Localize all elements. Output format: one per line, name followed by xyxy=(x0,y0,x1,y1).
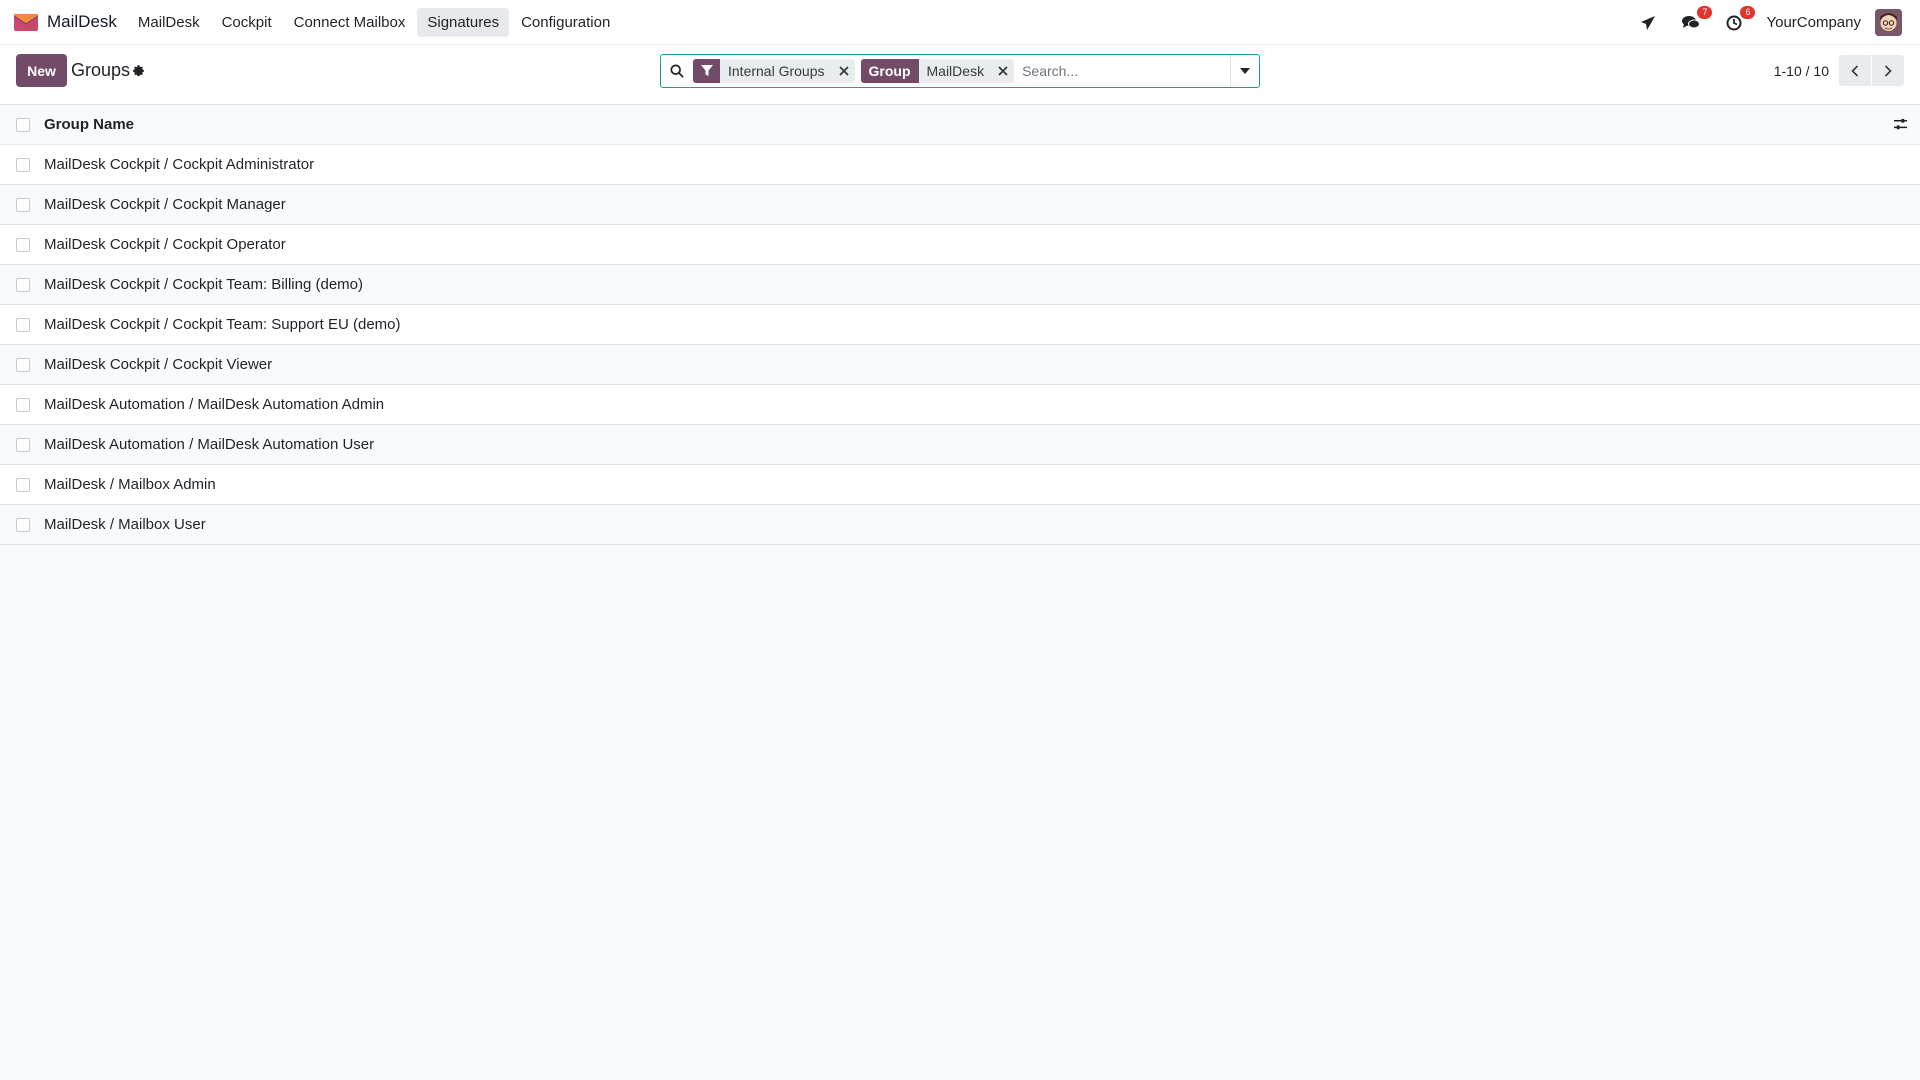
menu-item-maildesk[interactable]: MailDesk xyxy=(128,8,210,37)
pager-next-button[interactable] xyxy=(1872,55,1904,86)
table-row[interactable]: MailDesk / Mailbox User xyxy=(0,505,1920,545)
group-name-cell: MailDesk Cockpit / Cockpit Operator xyxy=(44,236,286,253)
facet-remove-button[interactable] xyxy=(992,59,1014,83)
paper-plane-icon xyxy=(1641,15,1656,30)
top-navbar: MailDesk MailDesk Cockpit Connect Mailbo… xyxy=(0,0,1920,45)
groups-list: Group Name MailDesk Cockpit / Cockpit Ad… xyxy=(0,105,1920,545)
table-row[interactable]: MailDesk Cockpit / Cockpit Team: Support… xyxy=(0,305,1920,345)
main-menu: MailDesk Cockpit Connect Mailbox Signatu… xyxy=(127,7,621,37)
close-icon xyxy=(998,66,1008,76)
avatar-image-icon xyxy=(1875,9,1902,36)
select-all-checkbox[interactable] xyxy=(16,117,30,132)
systray: 7 6 YourCompany xyxy=(1616,0,1902,45)
group-name-cell: MailDesk / Mailbox User xyxy=(44,516,206,533)
menu-item-cockpit[interactable]: Cockpit xyxy=(212,8,282,37)
pager-previous-button[interactable] xyxy=(1839,55,1871,86)
page-title: Groups xyxy=(71,60,131,80)
chevron-right-icon xyxy=(1884,64,1892,77)
table-row[interactable]: MailDesk Cockpit / Cockpit Team: Billing… xyxy=(0,265,1920,305)
group-name-cell: MailDesk Cockpit / Cockpit Team: Billing… xyxy=(44,276,363,293)
send-button[interactable] xyxy=(1637,12,1659,34)
menu-item-configuration[interactable]: Configuration xyxy=(511,8,620,37)
row-checkbox[interactable] xyxy=(16,277,30,292)
messages-badge: 7 xyxy=(1697,5,1713,19)
app-brand[interactable]: MailDesk xyxy=(14,12,117,32)
activities-badge: 6 xyxy=(1740,5,1756,19)
row-checkbox[interactable] xyxy=(16,397,30,412)
company-switcher[interactable]: YourCompany xyxy=(1766,14,1861,31)
group-name-cell: MailDesk Automation / MailDesk Automatio… xyxy=(44,436,375,453)
table-row[interactable]: MailDesk Cockpit / Cockpit Manager xyxy=(0,185,1920,225)
envelope-logo-icon xyxy=(14,13,38,31)
row-checkbox[interactable] xyxy=(16,317,30,332)
facet-value-maildesk: MailDesk xyxy=(926,63,985,79)
control-panel: New Groups Internal Groups Group MailDes… xyxy=(0,45,1920,105)
table-row[interactable]: MailDesk Cockpit / Cockpit Administrator xyxy=(0,145,1920,185)
facet-value-internal-groups: Internal Groups xyxy=(728,63,825,79)
search-options-toggle[interactable] xyxy=(1230,55,1259,87)
user-avatar[interactable] xyxy=(1875,9,1902,36)
search-facet-groupby: Group MailDesk xyxy=(860,59,1015,83)
chevron-left-icon xyxy=(1851,64,1859,77)
list-body: MailDesk Cockpit / Cockpit Administrator… xyxy=(0,145,1920,545)
row-checkbox[interactable] xyxy=(16,477,30,492)
caret-down-icon xyxy=(1240,68,1250,74)
pager: 1-10 / 10 xyxy=(1774,54,1904,87)
search-facet-filter: Internal Groups xyxy=(693,59,855,83)
row-checkbox[interactable] xyxy=(16,157,30,172)
clock-icon xyxy=(1726,15,1742,30)
menu-item-connect-mailbox[interactable]: Connect Mailbox xyxy=(284,8,416,37)
column-header-group-name[interactable]: Group Name xyxy=(44,116,134,133)
facet-remove-button[interactable] xyxy=(833,59,855,83)
search-icon[interactable] xyxy=(661,55,693,87)
group-name-cell: MailDesk Cockpit / Cockpit Team: Support… xyxy=(44,316,401,333)
list-header: Group Name xyxy=(0,105,1920,145)
table-row[interactable]: MailDesk Automation / MailDesk Automatio… xyxy=(0,425,1920,465)
pager-value[interactable]: 1-10 / 10 xyxy=(1774,63,1829,79)
row-checkbox[interactable] xyxy=(16,437,30,452)
table-row[interactable]: MailDesk / Mailbox Admin xyxy=(0,465,1920,505)
row-checkbox[interactable] xyxy=(16,197,30,212)
row-checkbox[interactable] xyxy=(16,237,30,252)
activities-button[interactable]: 6 xyxy=(1723,5,1756,34)
group-name-cell: MailDesk Cockpit / Cockpit Administrator xyxy=(44,156,315,173)
menu-item-signatures[interactable]: Signatures xyxy=(417,7,510,37)
messages-button[interactable]: 7 xyxy=(1680,5,1713,34)
search-input[interactable] xyxy=(1020,56,1230,86)
facet-label-group: Group xyxy=(860,59,919,83)
search-panel: Internal Groups Group MailDesk xyxy=(660,54,1260,88)
row-checkbox[interactable] xyxy=(16,517,30,532)
group-name-cell: MailDesk Cockpit / Cockpit Manager xyxy=(44,196,286,213)
group-name-cell: MailDesk / Mailbox Admin xyxy=(44,476,216,493)
optional-columns-toggle-icon[interactable] xyxy=(1893,117,1908,132)
row-checkbox[interactable] xyxy=(16,357,30,372)
group-name-cell: MailDesk Cockpit / Cockpit Viewer xyxy=(44,356,273,373)
table-row[interactable]: MailDesk Automation / MailDesk Automatio… xyxy=(0,385,1920,425)
group-name-cell: MailDesk Automation / MailDesk Automatio… xyxy=(44,396,385,413)
app-name: MailDesk xyxy=(47,12,117,31)
table-row[interactable]: MailDesk Cockpit / Cockpit Operator xyxy=(0,225,1920,265)
table-row[interactable]: MailDesk Cockpit / Cockpit Viewer xyxy=(0,345,1920,385)
new-button[interactable]: New xyxy=(16,54,67,87)
gear-icon[interactable] xyxy=(132,64,145,77)
filter-icon xyxy=(693,59,720,83)
close-icon xyxy=(838,66,849,76)
